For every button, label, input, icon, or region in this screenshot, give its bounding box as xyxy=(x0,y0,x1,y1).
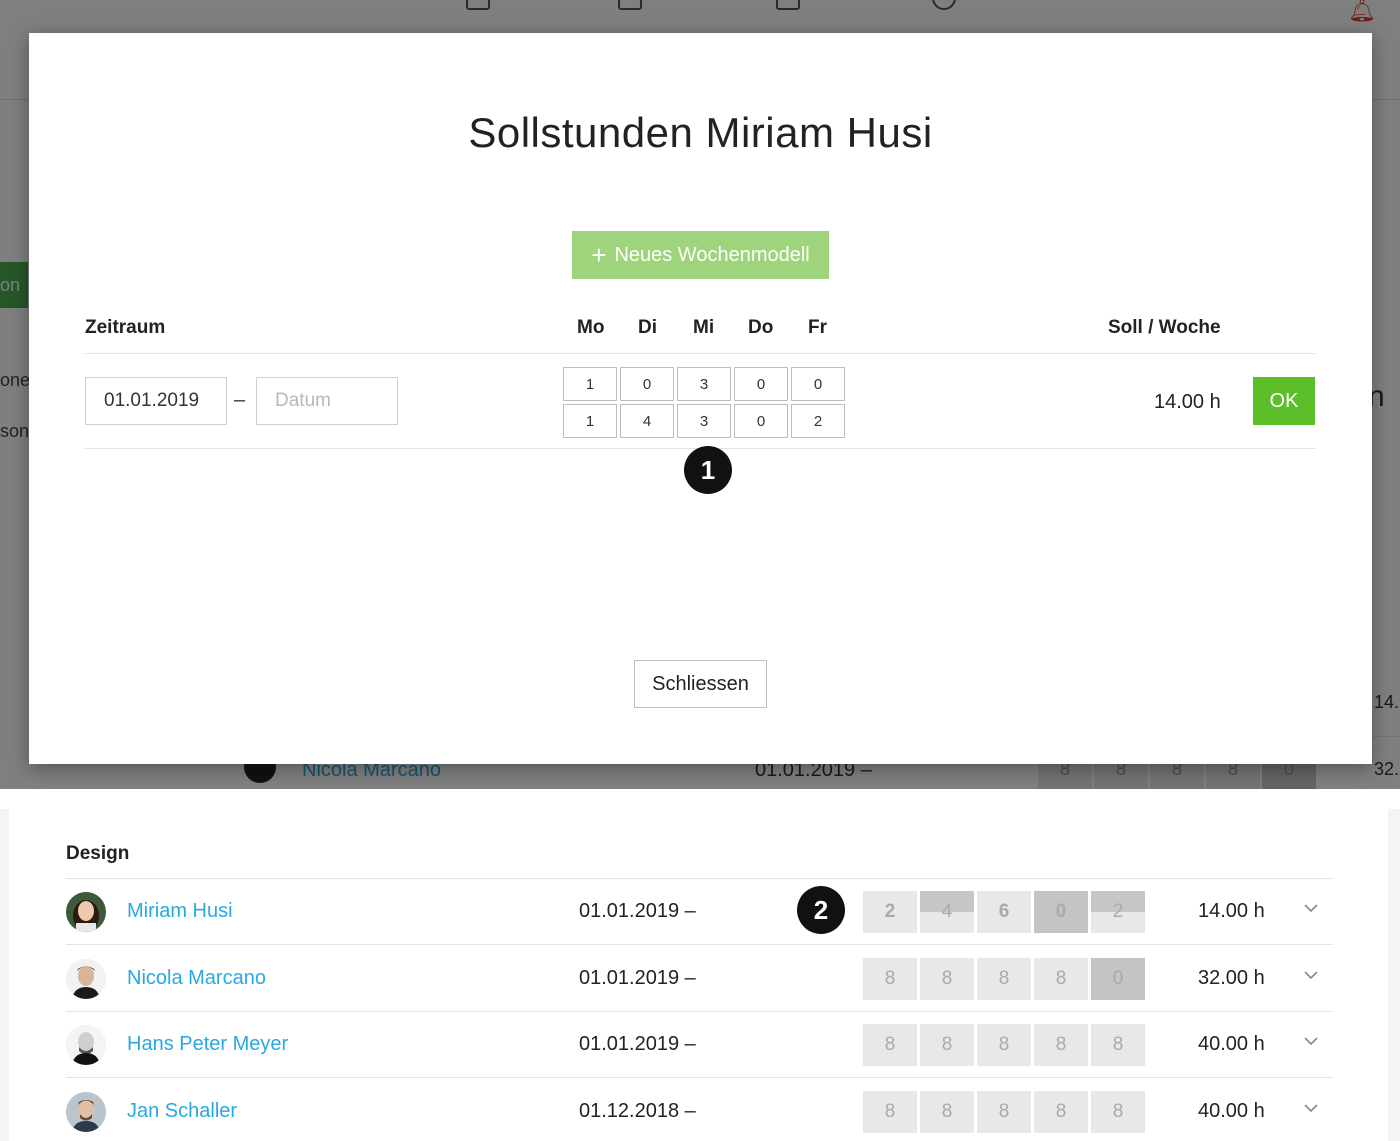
day-hours-cells: 8 8 8 8 8 xyxy=(863,1024,1145,1066)
day-cell: 4 xyxy=(920,891,974,933)
column-mo: Mo xyxy=(577,317,605,338)
day-cell: 8 xyxy=(1091,1024,1145,1066)
day-cell: 2 xyxy=(1091,891,1145,933)
employee-date: 01.01.2019 – xyxy=(579,1033,696,1055)
frame-edge xyxy=(1388,809,1400,1141)
new-week-model-button[interactable]: + Neues Wochenmodell xyxy=(572,231,829,279)
column-fr: Fr xyxy=(808,317,827,338)
hours-input-week1-do[interactable] xyxy=(734,367,788,401)
day-cell: 8 xyxy=(977,1024,1031,1066)
chevron-down-icon[interactable] xyxy=(1302,966,1320,984)
day-cell: 6 xyxy=(977,891,1031,933)
employee-name-link[interactable]: Nicola Marcano xyxy=(127,967,266,990)
hours-input-week2-mo[interactable] xyxy=(563,404,617,438)
new-week-model-label: Neues Wochenmodell xyxy=(614,243,810,266)
employee-date: 01.12.2018 – xyxy=(579,1100,696,1122)
employee-date: 01.01.2019 – xyxy=(579,967,696,989)
start-date-input[interactable] xyxy=(85,377,227,425)
day-cell: 8 xyxy=(977,1091,1031,1133)
date-separator: – xyxy=(234,389,246,411)
avatar xyxy=(66,1092,106,1132)
employee-total: 40.00 h xyxy=(1198,1033,1265,1055)
plus-icon: + xyxy=(591,240,607,270)
day-cell: 8 xyxy=(863,1024,917,1066)
divider xyxy=(66,1077,1333,1078)
hours-input-week1-fr[interactable] xyxy=(791,367,845,401)
chevron-down-icon[interactable] xyxy=(1302,1032,1320,1050)
hours-input-week2-di[interactable] xyxy=(620,404,674,438)
frame-edge xyxy=(0,809,9,1141)
employee-row[interactable]: Miriam Husi 01.01.2019 – 2 4 6 0 2 14.00… xyxy=(66,879,1333,945)
chevron-down-icon[interactable] xyxy=(1302,899,1320,917)
divider xyxy=(66,944,1333,945)
hours-input-week2-mi[interactable] xyxy=(677,404,731,438)
day-hours-cells: 8 8 8 8 8 xyxy=(863,1091,1145,1133)
employee-name-link[interactable]: Jan Schaller xyxy=(127,1100,237,1123)
employee-row[interactable]: Jan Schaller 01.12.2018 – 8 8 8 8 8 40.0… xyxy=(66,1079,1333,1141)
avatar xyxy=(66,959,106,999)
day-cell: 8 xyxy=(920,1091,974,1133)
chevron-down-icon[interactable] xyxy=(1302,1099,1320,1117)
ok-button[interactable]: OK xyxy=(1253,377,1315,425)
day-cell: 8 xyxy=(920,1024,974,1066)
day-cell: 2 xyxy=(863,891,917,933)
day-cell: 8 xyxy=(863,958,917,1000)
employee-list-screenshot: Design Miriam Husi 01.01.2019 – 2 4 6 0 … xyxy=(0,809,1400,1141)
employee-row[interactable]: Hans Peter Meyer 01.01.2019 – 8 8 8 8 8 … xyxy=(66,1012,1333,1078)
day-cell: 8 xyxy=(1034,1091,1088,1133)
hours-input-week1-mo[interactable] xyxy=(563,367,617,401)
target-hours-dialog: Sollstunden Miriam Husi + Neues Wochenmo… xyxy=(29,33,1372,764)
week-total: 14.00 h xyxy=(1154,391,1221,413)
day-cell: 8 xyxy=(1091,1091,1145,1133)
column-period: Zeitraum xyxy=(85,317,166,338)
divider xyxy=(85,353,1316,354)
day-hours-cells: 2 4 6 0 2 xyxy=(863,891,1145,933)
modal-screenshot: 🔔︎ on oner son n 14. 32. Nicola Marcano … xyxy=(0,0,1400,789)
day-cell: 8 xyxy=(977,958,1031,1000)
hours-input-week2-fr[interactable] xyxy=(791,404,845,438)
avatar xyxy=(66,1025,106,1065)
day-cell: 8 xyxy=(1034,1024,1088,1066)
day-cell: 0 xyxy=(1091,958,1145,1000)
dialog-title: Sollstunden Miriam Husi xyxy=(468,109,933,156)
day-hours-cells: 8 8 8 8 0 xyxy=(863,958,1145,1000)
step-badge-1: 1 xyxy=(684,446,732,494)
day-cell: 8 xyxy=(863,1091,917,1133)
hours-input-week1-di[interactable] xyxy=(620,367,674,401)
avatar xyxy=(66,892,106,932)
employee-date: 01.01.2019 – xyxy=(579,900,696,922)
day-cell: 8 xyxy=(1034,958,1088,1000)
end-date-input[interactable] xyxy=(256,377,398,425)
week-hours-grid xyxy=(563,367,845,438)
employee-row[interactable]: Nicola Marcano 01.01.2019 – 8 8 8 8 0 32… xyxy=(66,946,1333,1012)
column-mi: Mi xyxy=(693,317,715,338)
column-di: Di xyxy=(638,317,657,338)
close-button[interactable]: Schliessen xyxy=(634,660,767,708)
hours-input-week2-do[interactable] xyxy=(734,404,788,438)
column-do: Do xyxy=(748,317,774,338)
day-cell: 8 xyxy=(920,958,974,1000)
group-title: Design xyxy=(66,843,130,864)
step-badge-2: 2 xyxy=(797,886,845,934)
employee-total: 32.00 h xyxy=(1198,967,1265,989)
employee-name-link[interactable]: Hans Peter Meyer xyxy=(127,1033,288,1056)
employee-total: 40.00 h xyxy=(1198,1100,1265,1122)
column-per-week: Soll / Woche xyxy=(1108,317,1221,338)
employee-total: 14.00 h xyxy=(1198,900,1265,922)
hours-input-week1-mi[interactable] xyxy=(677,367,731,401)
day-cell: 0 xyxy=(1034,891,1088,933)
employee-name-link[interactable]: Miriam Husi xyxy=(127,900,233,923)
